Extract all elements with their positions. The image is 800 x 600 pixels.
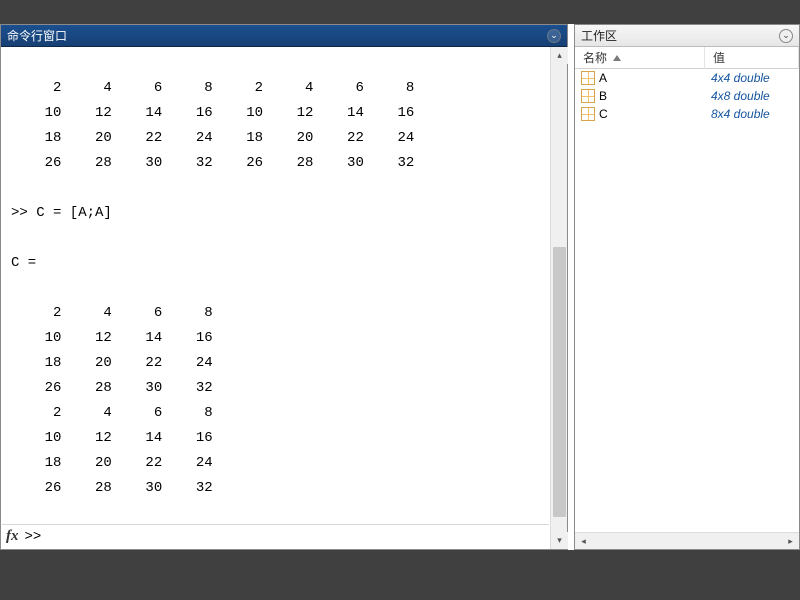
command-output[interactable]: 2 4 6 8 2 4 6 8 10 12 14 16 10 12 14 16 … <box>1 47 550 549</box>
variable-name: B <box>599 89 711 103</box>
sort-asc-icon <box>613 55 621 61</box>
workspace-panel: 工作区 ⌄ 名称 值 A4x4 doubleB4x8 doubleC8x4 do… <box>574 24 800 550</box>
scroll-thumb[interactable] <box>553 247 566 517</box>
command-window-titlebar[interactable]: 命令行窗口 ⌄ <box>1 25 567 47</box>
workspace-row[interactable]: B4x8 double <box>575 87 799 105</box>
workspace-body: 名称 值 A4x4 doubleB4x8 doubleC8x4 double ◂… <box>575 47 799 549</box>
command-scrollbar[interactable]: ▴ ▾ <box>550 47 567 549</box>
app-frame: 命令行窗口 ⌄ 2 4 6 8 2 4 6 8 10 12 14 16 10 1… <box>0 24 800 550</box>
scroll-right-icon[interactable]: ▸ <box>782 533 799 550</box>
workspace-titlebar[interactable]: 工作区 ⌄ <box>575 25 799 47</box>
prompt-symbol: >> <box>25 529 42 545</box>
workspace-row[interactable]: A4x4 double <box>575 69 799 87</box>
workspace-header[interactable]: 名称 值 <box>575 47 799 69</box>
variable-value: 4x4 double <box>711 71 799 85</box>
fx-icon[interactable]: fx <box>6 528 19 545</box>
command-window-title: 命令行窗口 <box>7 27 67 44</box>
variable-icon <box>581 71 595 85</box>
workspace-rows: A4x4 doubleB4x8 doubleC8x4 double <box>575 69 799 532</box>
variable-value: 8x4 double <box>711 107 799 121</box>
scroll-down-icon[interactable]: ▾ <box>551 532 568 549</box>
variable-name: C <box>599 107 711 121</box>
panel-menu-icon[interactable]: ⌄ <box>547 29 561 43</box>
command-window-body: 2 4 6 8 2 4 6 8 10 12 14 16 10 12 14 16 … <box>1 47 567 549</box>
workspace-hscrollbar[interactable]: ◂ ▸ <box>575 532 799 549</box>
workspace-row[interactable]: C8x4 double <box>575 105 799 123</box>
workspace-col-name[interactable]: 名称 <box>575 47 705 69</box>
variable-name: A <box>599 71 711 85</box>
variable-icon <box>581 107 595 121</box>
workspace-col-value[interactable]: 值 <box>705 47 799 69</box>
variable-value: 4x8 double <box>711 89 799 103</box>
command-window-panel: 命令行窗口 ⌄ 2 4 6 8 2 4 6 8 10 12 14 16 10 1… <box>0 24 568 550</box>
command-prompt-line[interactable]: fx >> <box>2 524 549 548</box>
workspace-title: 工作区 <box>581 27 617 44</box>
scroll-up-icon[interactable]: ▴ <box>551 47 568 64</box>
variable-icon <box>581 89 595 103</box>
panel-menu-icon[interactable]: ⌄ <box>779 29 793 43</box>
scroll-left-icon[interactable]: ◂ <box>575 533 592 550</box>
